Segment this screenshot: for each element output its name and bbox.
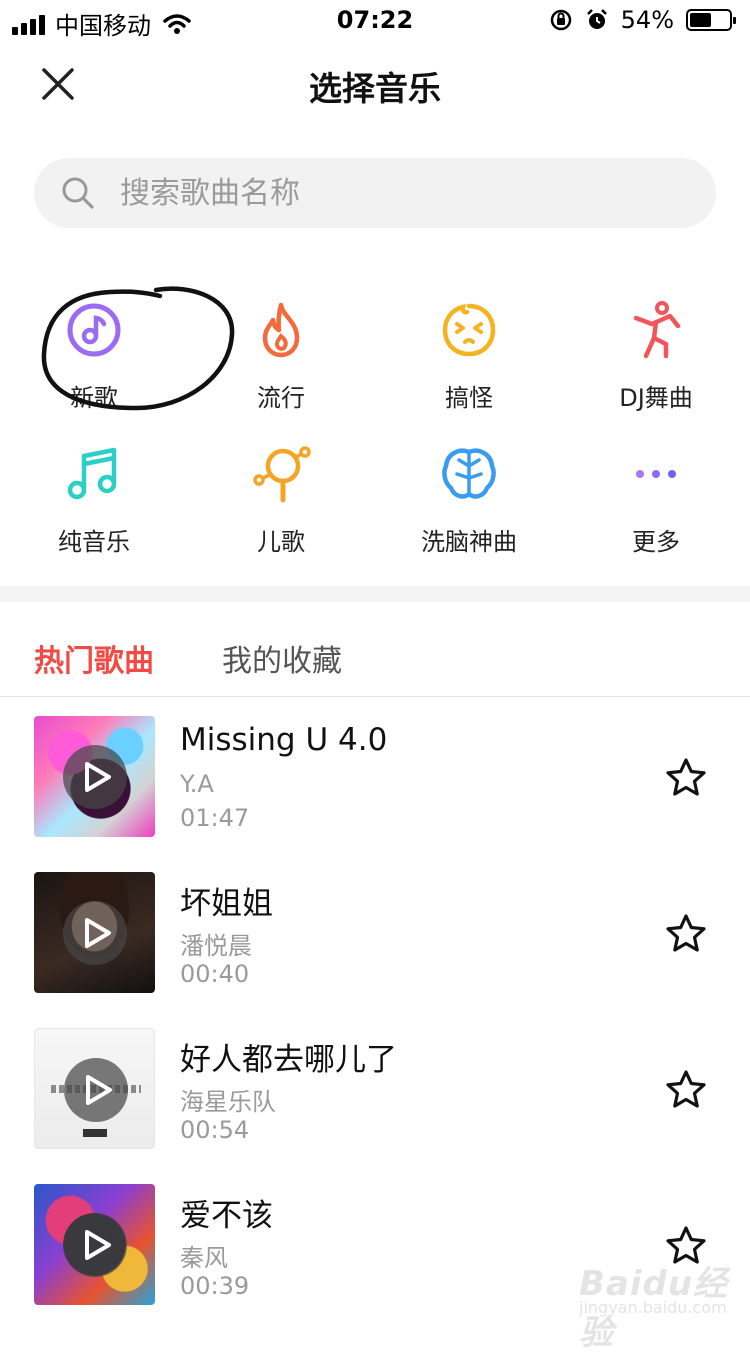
flame-icon [262,302,300,358]
album-cover[interactable] [34,872,155,993]
song-title: 爱不该 [180,1198,273,1234]
watermark-url: jingyan.baidu.com [579,1298,727,1317]
category-kids[interactable]: 儿歌 [206,444,356,564]
search-icon [62,177,94,209]
category-label: 新歌 [70,384,118,412]
play-button[interactable] [63,901,127,965]
tab-divider [0,696,750,697]
alarm-icon [586,9,607,29]
album-cover[interactable] [34,1184,155,1305]
song-row[interactable]: Missing U 4.0 Y.A 01:47 [0,716,750,856]
category-new-songs[interactable]: 新歌 [19,300,169,420]
song-artist: 秦风 [180,1244,228,1272]
song-duration: 00:39 [180,1272,250,1300]
category-label: 儿歌 [257,528,305,556]
tab-hot-songs[interactable]: 热门歌曲 [34,636,154,680]
play-icon[interactable] [79,1228,113,1262]
category-dj[interactable]: DJ舞曲 [581,300,731,420]
category-label: 流行 [257,384,305,412]
album-cover[interactable] [34,716,155,837]
play-button[interactable] [63,745,127,809]
play-icon[interactable] [79,916,113,950]
category-label: 更多 [632,528,680,556]
song-title: 坏姐姐 [180,886,273,922]
song-duration: 00:54 [180,1116,250,1144]
baidu-watermark: Baidu经验 jingyan.baidu.com [575,1252,745,1353]
song-artist: 海星乐队 [180,1088,276,1116]
star-icon[interactable] [664,1068,708,1112]
play-button[interactable] [63,1213,127,1277]
rotation-lock-icon [550,9,571,31]
song-duration: 00:40 [180,960,250,988]
song-duration: 01:47 [180,804,250,832]
category-label: DJ舞曲 [619,384,693,412]
category-funny[interactable]: 搞怪 [394,300,544,420]
music-notes-icon [67,447,117,500]
album-cover[interactable] [34,1028,155,1149]
star-icon[interactable] [664,912,708,956]
cover-logo [83,1129,107,1137]
play-icon[interactable] [80,1073,114,1107]
tab-my-favorites[interactable]: 我的收藏 [222,636,342,680]
play-button[interactable] [64,1058,128,1122]
song-row[interactable]: 好人都去哪儿了 海星乐队 00:54 [0,1028,750,1168]
song-title: Missing U 4.0 [180,722,388,758]
section-divider [0,586,750,602]
battery-icon [686,9,736,31]
category-pop[interactable]: 流行 [206,300,356,420]
song-row[interactable]: 坏姐姐 潘悦晨 00:40 [0,872,750,1012]
star-icon[interactable] [664,756,708,800]
status-bar: 中国移动 07:22 54% [0,0,750,40]
song-artist: Y.A [180,770,214,798]
rattle-icon [253,446,311,503]
dancer-icon [633,301,681,359]
battery-percent: 54% [620,6,674,34]
category-more[interactable]: 更多 [581,444,731,564]
music-note-icon [67,303,121,357]
page-title: 选择音乐 [309,69,441,108]
search-bar[interactable] [34,158,716,228]
category-label: 纯音乐 [58,528,130,556]
category-catchy[interactable]: 洗脑神曲 [394,444,544,564]
play-icon[interactable] [79,760,113,794]
category-label: 洗脑神曲 [421,528,517,556]
funny-face-icon [442,303,496,357]
more-dots-icon [636,470,676,478]
category-instrumental[interactable]: 纯音乐 [19,444,169,564]
song-artist: 潘悦晨 [180,932,252,960]
category-label: 搞怪 [445,384,493,412]
search-input[interactable] [120,158,680,228]
brain-icon [442,448,496,499]
nav-bar: 选择音乐 [0,40,750,130]
song-title: 好人都去哪儿了 [180,1042,397,1078]
